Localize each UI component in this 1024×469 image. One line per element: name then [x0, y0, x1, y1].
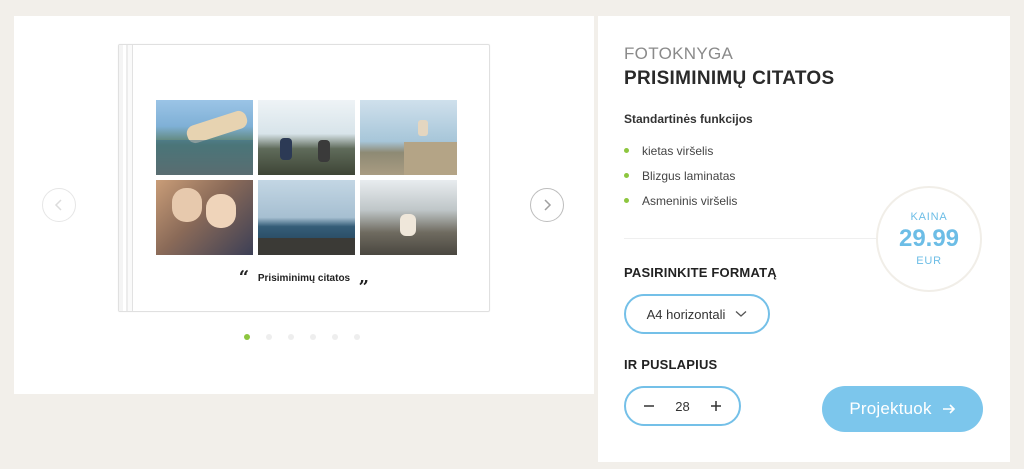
price-currency: EUR	[916, 255, 942, 267]
bullet-dot-icon	[624, 148, 629, 153]
chevron-right-icon	[544, 199, 552, 211]
photo-feet-car-window	[156, 100, 253, 175]
design-button[interactable]: Projektuok	[822, 386, 983, 432]
chevron-down-icon	[735, 310, 747, 318]
photo-person-sitting-cliff	[360, 100, 457, 175]
photobook-preview: “ Prisiminimų citatos „	[118, 44, 490, 312]
photo-grid	[156, 100, 458, 255]
quote-open-glyph: “	[238, 267, 250, 288]
feature-label: Asmeninis viršelis	[642, 193, 738, 208]
book-caption-text: Prisiminimų citatos	[257, 273, 351, 284]
feature-label: Blizgus laminatas	[642, 168, 736, 183]
minus-icon	[644, 405, 654, 407]
slide-dot[interactable]	[310, 334, 316, 340]
arrow-right-icon	[942, 403, 956, 415]
pages-heading: IR PUSLAPIUS	[624, 357, 718, 372]
feature-item: Blizgus laminatas	[624, 163, 737, 188]
plus-icon	[711, 401, 721, 411]
increase-pages-button[interactable]	[707, 397, 725, 415]
quote-close-glyph: „	[358, 267, 370, 288]
format-select[interactable]: A4 horizontali	[624, 294, 770, 334]
photo-woman-mountains	[360, 180, 457, 255]
photo-friends-cheering-hill	[258, 100, 355, 175]
feature-item: kietas viršelis	[624, 138, 737, 163]
product-gallery: “ Prisiminimų citatos „	[14, 16, 594, 394]
book-caption: “ Prisiminimų citatos „	[119, 267, 489, 288]
slide-indicator	[244, 334, 360, 340]
bullet-dot-icon	[624, 173, 629, 178]
slide-dot[interactable]	[332, 334, 338, 340]
slide-dot[interactable]	[266, 334, 272, 340]
product-title: PRISIMINIMŲ CITATOS	[624, 68, 835, 89]
decrease-pages-button[interactable]	[640, 397, 658, 415]
price-value: 29.99	[898, 225, 960, 252]
slide-dot[interactable]	[288, 334, 294, 340]
bullet-dot-icon	[624, 198, 629, 203]
feature-label: kietas viršelis	[642, 143, 714, 158]
pages-stepper: 28	[624, 386, 741, 426]
design-button-label: Projektuok	[849, 399, 932, 418]
format-selected-value: A4 horizontali	[646, 306, 726, 322]
features-heading: Standartinės funkcijos	[624, 112, 753, 126]
slide-dot[interactable]	[244, 334, 250, 340]
price-label: KAINA	[910, 211, 948, 223]
pages-value[interactable]: 28	[675, 399, 689, 414]
divider	[624, 238, 886, 239]
product-panel: FOTOKNYGA PRISIMINIMŲ CITATOS Standartin…	[598, 16, 1010, 462]
gallery-next-button[interactable]	[530, 188, 564, 222]
format-heading: PASIRINKITE FORMATĄ	[624, 265, 777, 280]
price-badge: KAINA 29.99 EUR	[876, 186, 982, 292]
photo-sea-rocks	[258, 180, 355, 255]
product-kind: FOTOKNYGA	[624, 44, 734, 63]
gallery-prev-button[interactable]	[42, 188, 76, 222]
chevron-left-icon	[54, 199, 62, 211]
feature-item: Asmeninis viršelis	[624, 188, 737, 213]
features-list: kietas viršelis Blizgus laminatas Asmeni…	[624, 138, 737, 213]
photo-two-women-smartphone	[156, 180, 253, 255]
slide-dot[interactable]	[354, 334, 360, 340]
